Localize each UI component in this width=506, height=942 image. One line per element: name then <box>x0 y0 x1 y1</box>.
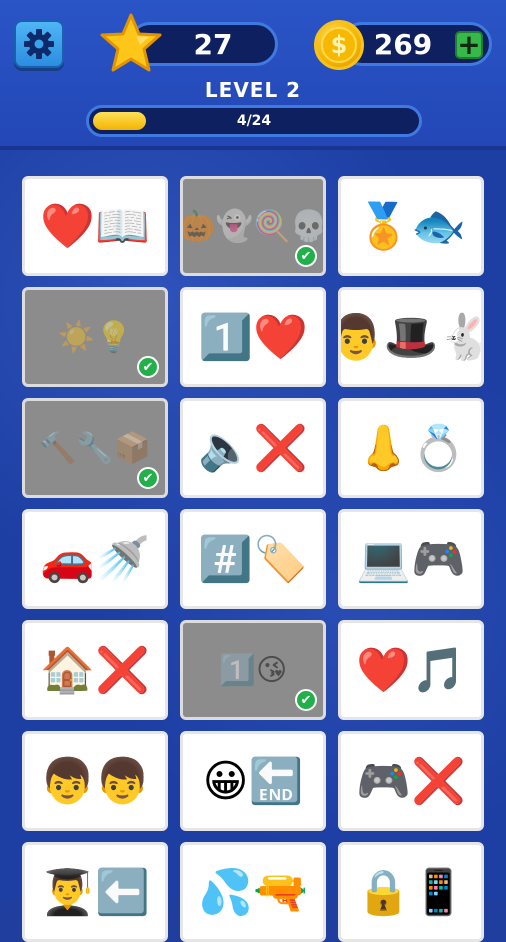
puzzle-card[interactable]: 👃💍 <box>338 398 484 498</box>
puzzle-card[interactable]: 👦👦 <box>22 731 168 831</box>
puzzle-card[interactable]: ❤️📖 <box>22 176 168 276</box>
puzzle-emojis: 💻🎮 <box>356 534 466 585</box>
settings-button[interactable] <box>14 20 64 68</box>
puzzle-emojis: 👨‍🎓⬅️ <box>40 867 150 918</box>
check-icon: ✔ <box>295 689 317 711</box>
puzzle-emojis: #️⃣🏷️ <box>198 534 308 585</box>
progress-text: 4/24 <box>236 113 272 129</box>
plus-icon: + <box>457 28 481 61</box>
puzzle-card[interactable]: 🏅🐟 <box>338 176 484 276</box>
puzzle-emojis: 🏠❌ <box>40 645 150 696</box>
puzzle-card[interactable]: 🏠❌ <box>22 620 168 720</box>
puzzle-emojis: 👨🎩🐇 <box>341 312 484 363</box>
puzzle-emojis: 😀🔚 <box>202 756 304 807</box>
puzzle-card[interactable]: 😀🔚 <box>180 731 326 831</box>
check-icon: ✔ <box>295 245 317 267</box>
gear-icon <box>24 29 54 59</box>
puzzle-card[interactable]: 🎮❌ <box>338 731 484 831</box>
puzzle-grid: ❤️📖 🎃👻🍭💀✔ 🏅🐟 ☀️💡✔ 1️⃣❤️ 👨🎩🐇 🔨🔧📦✔ 🔈❌ 👃💍 🚗🚿 #️⃣🏷️ 💻🎮 🏠… <box>0 150 506 942</box>
level-title: LEVEL 2 <box>204 78 302 102</box>
puzzle-card[interactable]: 1️⃣😘 ✔ <box>180 620 326 720</box>
puzzle-card[interactable]: 💻🎮 <box>338 509 484 609</box>
puzzle-card[interactable]: 🎃👻🍭💀 ✔ <box>180 176 326 276</box>
puzzle-card[interactable]: 🔨🔧📦 ✔ <box>22 398 168 498</box>
stars-value: 27 <box>193 27 233 61</box>
level-progress-bar: 4/24 <box>86 105 422 137</box>
check-icon: ✔ <box>137 467 159 489</box>
puzzle-card[interactable]: 🔒📱 <box>338 842 484 942</box>
top-bar: 27 269 $ + LEVEL 2 4/24 <box>0 0 506 150</box>
puzzle-emojis: 🔈❌ <box>198 423 308 474</box>
puzzle-card[interactable]: ❤️🎵 <box>338 620 484 720</box>
puzzle-emojis: 1️⃣❤️ <box>198 312 308 363</box>
puzzle-emojis: 🚗🚿 <box>40 534 150 585</box>
puzzle-emojis: 🎮❌ <box>356 756 466 807</box>
star-icon <box>100 13 162 72</box>
check-icon: ✔ <box>137 356 159 378</box>
puzzle-emojis: 🏅🐟 <box>356 201 466 252</box>
puzzle-card[interactable]: 👨🎩🐇 <box>338 287 484 387</box>
puzzle-card[interactable]: 🔈❌ <box>180 398 326 498</box>
puzzle-card[interactable]: ☀️💡 ✔ <box>22 287 168 387</box>
buy-coins-button[interactable]: + <box>455 31 483 59</box>
puzzle-emojis: 👃💍 <box>356 423 466 474</box>
puzzle-emojis: 💦🔫 <box>198 867 308 918</box>
puzzle-emojis: 👦👦 <box>40 756 150 807</box>
puzzle-card[interactable]: 💦🔫 <box>180 842 326 942</box>
puzzle-emojis: ❤️📖 <box>40 201 150 252</box>
puzzle-card[interactable]: 🚗🚿 <box>22 509 168 609</box>
puzzle-card[interactable]: 👨‍🎓⬅️ <box>22 842 168 942</box>
puzzle-card[interactable]: 1️⃣❤️ <box>180 287 326 387</box>
coins-value: 269 <box>373 27 433 61</box>
puzzle-emojis: ❤️🎵 <box>356 645 466 696</box>
puzzle-emojis: 🔒📱 <box>356 867 466 918</box>
coin-icon: $ <box>314 20 364 70</box>
puzzle-card[interactable]: #️⃣🏷️ <box>180 509 326 609</box>
